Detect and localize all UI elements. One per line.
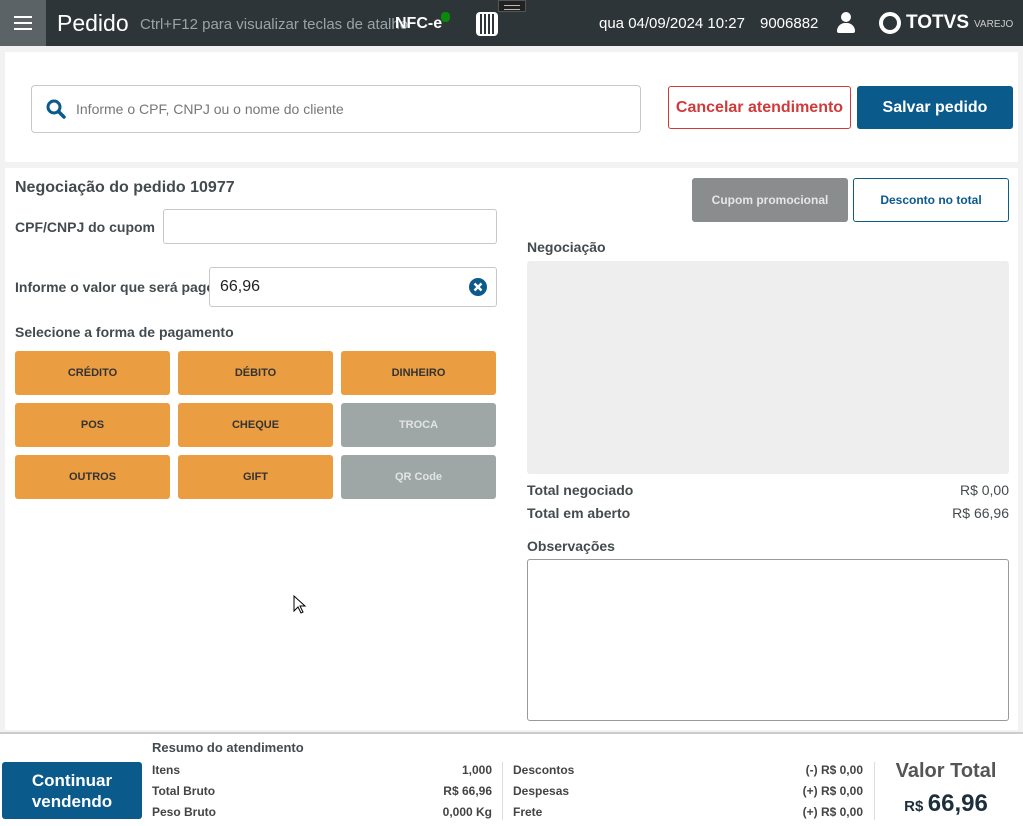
observations-label: Observações <box>527 538 615 554</box>
summary-label: Despesas <box>513 784 570 798</box>
divider <box>502 762 503 820</box>
observations-textarea[interactable] <box>527 559 1009 721</box>
promo-coupon-button[interactable]: Cupom promocional <box>692 178 848 222</box>
logo-subtext: VAREJO <box>974 19 1014 30</box>
search-icon <box>46 99 66 119</box>
customer-search-input[interactable] <box>76 101 640 117</box>
summary-value: 1,000 <box>461 763 492 777</box>
top-bar: Pedido Ctrl+F12 para visualizar teclas d… <box>0 0 1023 46</box>
summary-label: Descontos <box>513 763 575 777</box>
totvs-logo: TOTVS VAREJO <box>879 12 1013 34</box>
payment-button-cr-dito[interactable]: CRÉDITO <box>15 351 170 395</box>
summary-row: Frete (+) R$ 0,00 <box>513 805 863 819</box>
payment-button-qr-code: QR Code <box>341 455 496 499</box>
summary-label: Itens <box>152 763 181 777</box>
clear-icon[interactable] <box>468 277 488 297</box>
summary-label: Peso Bruto <box>152 805 217 819</box>
summary-title: Resumo do atendimento <box>152 740 304 755</box>
summary-value: R$ 66,96 <box>443 784 492 798</box>
summary-value: (-) R$ 0,00 <box>805 763 863 777</box>
summary-row: Total Bruto R$ 66,96 <box>152 784 492 798</box>
total-negotiated-label: Total negociado <box>527 482 634 498</box>
total-open-value: R$ 66,96 <box>952 505 1009 521</box>
summary-value: 0,000 Kg <box>442 805 492 819</box>
summary-value: (+) R$ 0,00 <box>802 805 863 819</box>
summary-row: Peso Bruto 0,000 Kg <box>152 805 492 819</box>
payment-button-d-bito[interactable]: DÉBITO <box>178 351 333 395</box>
total-open-row: Total em aberto R$ 66,96 <box>527 505 1009 521</box>
hamburger-menu-icon[interactable] <box>0 0 46 46</box>
summary-row: Despesas (+) R$ 0,00 <box>513 784 863 798</box>
nfce-status-icon <box>441 12 450 22</box>
summary-value: (+) R$ 0,00 <box>802 784 863 798</box>
total-discount-button[interactable]: Desconto no total <box>853 178 1009 222</box>
payment-button-outros[interactable]: OUTROS <box>15 455 170 499</box>
cancel-button[interactable]: Cancelar atendimento <box>668 86 851 129</box>
qr-code-icon[interactable] <box>476 12 498 36</box>
operator-code: 9006882 <box>760 15 819 32</box>
summary-row: Itens 1,000 <box>152 763 492 777</box>
datetime: qua 04/09/2024 10:27 <box>599 15 745 32</box>
shortcut-hint: Ctrl+F12 para visualizar teclas de atalh… <box>140 16 409 33</box>
cpf-label: CPF/CNPJ do cupom <box>15 219 156 235</box>
user-icon[interactable] <box>837 12 855 34</box>
summary-row: Descontos (-) R$ 0,00 <box>513 763 863 777</box>
nfce-label: NFC-e <box>395 15 443 32</box>
amount-input[interactable]: 66,96 <box>209 267 497 307</box>
payment-button-gift[interactable]: GIFT <box>178 455 333 499</box>
cpf-input[interactable] <box>163 209 497 244</box>
total-value: R$ 66,96 <box>876 790 1016 818</box>
mouse-cursor-icon <box>293 595 307 614</box>
customer-search[interactable] <box>31 85 641 133</box>
payment-button-pos[interactable]: POS <box>15 403 170 447</box>
payment-label: Selecione a forma de pagamento <box>15 324 234 340</box>
logo-text: TOTVS <box>906 12 969 33</box>
totvs-logo-icon <box>879 12 901 34</box>
summary-label: Frete <box>513 805 543 819</box>
payment-button-troca: TROCA <box>341 403 496 447</box>
continue-selling-button[interactable]: Continuar vendendo <box>2 762 142 819</box>
page-title: Pedido <box>57 10 129 36</box>
total-value-label: Valor Total <box>895 760 997 782</box>
payment-button-cheque[interactable]: CHEQUE <box>178 403 333 447</box>
amount-value: 66,96 <box>220 278 261 295</box>
drag-handle-icon[interactable] <box>498 0 526 12</box>
summary-label: Total Bruto <box>152 784 216 798</box>
save-button[interactable]: Salvar pedido <box>857 86 1013 129</box>
amount-label: Informe o valor que será pago <box>15 279 215 295</box>
payment-button-dinheiro[interactable]: DINHEIRO <box>341 351 496 395</box>
negotiation-title: Negociação do pedido 10977 <box>15 179 235 196</box>
negotiation-list <box>527 261 1009 474</box>
total-value-amount: 66,96 <box>927 790 988 817</box>
divider <box>874 762 875 820</box>
negotiation-label: Negociação <box>527 239 606 255</box>
currency: R$ <box>904 798 924 815</box>
total-negotiated-value: R$ 0,00 <box>959 482 1009 498</box>
total-open-label: Total em aberto <box>527 505 631 521</box>
total-negotiated-row: Total negociado R$ 0,00 <box>527 482 1009 498</box>
